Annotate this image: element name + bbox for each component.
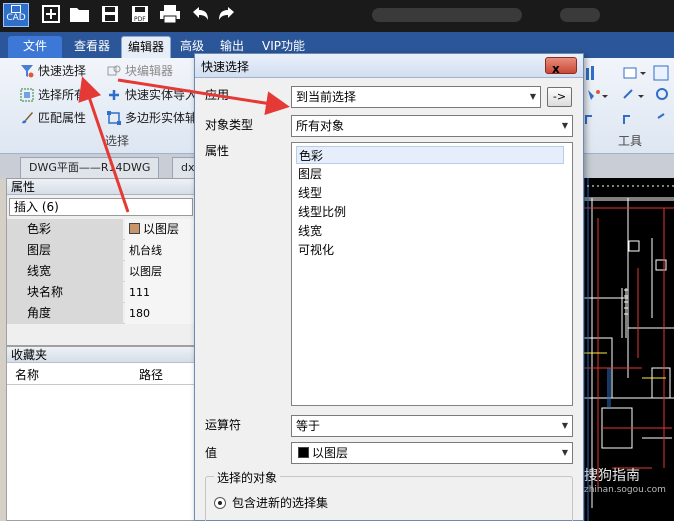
tool-icon-4[interactable] [588, 90, 608, 100]
property-value[interactable]: 111 [125, 282, 205, 303]
app-logo: CAD [3, 3, 29, 27]
property-value[interactable]: 以图层 [125, 219, 205, 240]
tool-icon-6[interactable] [656, 88, 668, 100]
properties-title: 属性 [7, 179, 195, 195]
apply-select-button[interactable]: -> [547, 87, 572, 107]
top-toolbar: CAD PDF [0, 0, 674, 32]
group-select-label: 选择 [105, 134, 130, 148]
operator-label: 运算符 [205, 418, 242, 432]
property-row: 色彩 以图层 [7, 219, 205, 240]
quick-entity-import-button[interactable]: 快速实体导入 [105, 85, 197, 105]
property-key: 图层 [7, 240, 123, 261]
chevron-down-icon: ▼ [529, 92, 536, 101]
object-type-label: 对象类型 [205, 118, 254, 132]
tool-icon-2[interactable] [623, 67, 646, 79]
list-item[interactable]: 可视化 [296, 241, 564, 259]
property-row: 角度 180 [7, 303, 205, 324]
property-value[interactable]: 以图层 [125, 261, 205, 282]
selected-objects-group: 选择的对象 包含进新的选择集 [205, 469, 573, 521]
attribute-list[interactable]: 色彩 图层 线型 线型比例 线宽 可视化 [291, 142, 573, 406]
redo-icon[interactable] [216, 4, 238, 26]
attribute-label: 属性 [205, 144, 230, 158]
dialog-title: 快速选择 [201, 60, 250, 74]
filter-icon [20, 64, 34, 78]
close-icon: x [552, 62, 560, 76]
select-all-button[interactable]: 选择所有 [18, 85, 86, 105]
include-new-set-radio[interactable] [214, 497, 226, 509]
property-key: 色彩 [7, 219, 123, 240]
property-key: 线宽 [7, 261, 123, 282]
block-editor-icon [107, 64, 121, 78]
property-row: 块名称 111 [7, 282, 205, 303]
svg-text:PDF: PDF [134, 16, 146, 23]
property-row: 图层 机台线 [7, 240, 205, 261]
plus-icon [107, 88, 121, 102]
close-button[interactable]: x [545, 57, 577, 76]
new-file-icon[interactable] [40, 4, 62, 26]
color-swatch [298, 447, 309, 458]
quick-select-dialog: 快速选择 x 应用 到当前选择 ▼ -> 对象类型 所有对象 ▼ 属性 色彩 图… [194, 53, 584, 521]
favorites-col-name[interactable]: 名称 [15, 366, 39, 383]
polyline-entity-button[interactable]: 多边形实体辅 [105, 108, 197, 128]
object-type-combobox[interactable]: 所有对象 ▼ [291, 115, 573, 137]
tab-file[interactable]: 文件 [8, 36, 62, 58]
undo-icon[interactable] [189, 4, 211, 26]
list-item[interactable]: 色彩 [296, 146, 564, 164]
list-item[interactable]: 图层 [296, 165, 564, 183]
property-value[interactable]: 机台线 [125, 240, 205, 261]
tab-editor[interactable]: 编辑器 [121, 36, 172, 58]
blurred-info [560, 8, 600, 22]
watermark-text: 搜狗指南 [584, 468, 640, 484]
tool-icon-3[interactable] [653, 65, 669, 81]
watermark-subtext: zhinan.sogou.com [584, 485, 666, 495]
save-icon[interactable] [99, 4, 121, 26]
chevron-down-icon: ▼ [561, 121, 568, 130]
select-all-icon [20, 88, 34, 102]
include-new-set-label[interactable]: 包含进新的选择集 [232, 494, 328, 511]
favorites-panel: 收藏夹 名称 路径 [6, 346, 196, 521]
operator-combobox[interactable]: 等于 ▼ [291, 415, 573, 437]
color-swatch [129, 223, 140, 234]
tool-icon-1[interactable] [586, 66, 594, 80]
chevron-down-icon: ▼ [561, 448, 568, 457]
favorites-col-path[interactable]: 路径 [139, 366, 163, 383]
list-item[interactable]: 线型比例 [296, 203, 564, 221]
match-props-button[interactable]: 匹配属性 [18, 108, 86, 128]
favorites-header: 名称 路径 [7, 363, 195, 385]
print-icon[interactable] [159, 4, 181, 26]
list-item[interactable]: 线宽 [296, 222, 564, 240]
selected-objects-title: 选择的对象 [214, 469, 281, 486]
chevron-down-icon: ▼ [561, 421, 568, 430]
tab-viewer[interactable]: 查看器 [68, 36, 116, 58]
properties-panel: 属性 插入 (6) 色彩 以图层 图层 机台线 线宽 以图层 块名称 111 角… [6, 178, 205, 346]
property-key: 角度 [7, 303, 123, 324]
quick-select-button[interactable]: 快速选择 [18, 61, 86, 81]
apply-combobox[interactable]: 到当前选择 ▼ [291, 86, 541, 108]
property-key: 块名称 [7, 282, 123, 303]
list-item[interactable]: 线型 [296, 184, 564, 202]
block-editor-button[interactable]: 块编辑器 [105, 61, 173, 81]
polygon-icon [107, 111, 121, 125]
group-tools-label: 工具 [618, 134, 643, 148]
property-value[interactable]: 180 [125, 303, 205, 324]
doc-tab-dwg[interactable]: DWG平面——R14DWG [20, 157, 160, 178]
apply-label: 应用 [205, 88, 230, 102]
ribbon-tools-area: 工具 [582, 58, 674, 154]
open-folder-icon[interactable] [69, 4, 91, 26]
dialog-titlebar[interactable]: 快速选择 x [195, 54, 583, 78]
value-combobox[interactable]: 以图层 ▼ [291, 442, 573, 464]
value-label: 值 [205, 446, 218, 460]
save-pdf-icon[interactable]: PDF [129, 4, 151, 26]
property-row: 线宽 以图层 [7, 261, 205, 282]
blurred-title [372, 8, 522, 22]
tool-icon-5[interactable] [623, 89, 644, 99]
favorites-title: 收藏夹 [7, 347, 195, 363]
brush-icon [20, 111, 34, 125]
properties-selector[interactable]: 插入 (6) [9, 198, 193, 216]
